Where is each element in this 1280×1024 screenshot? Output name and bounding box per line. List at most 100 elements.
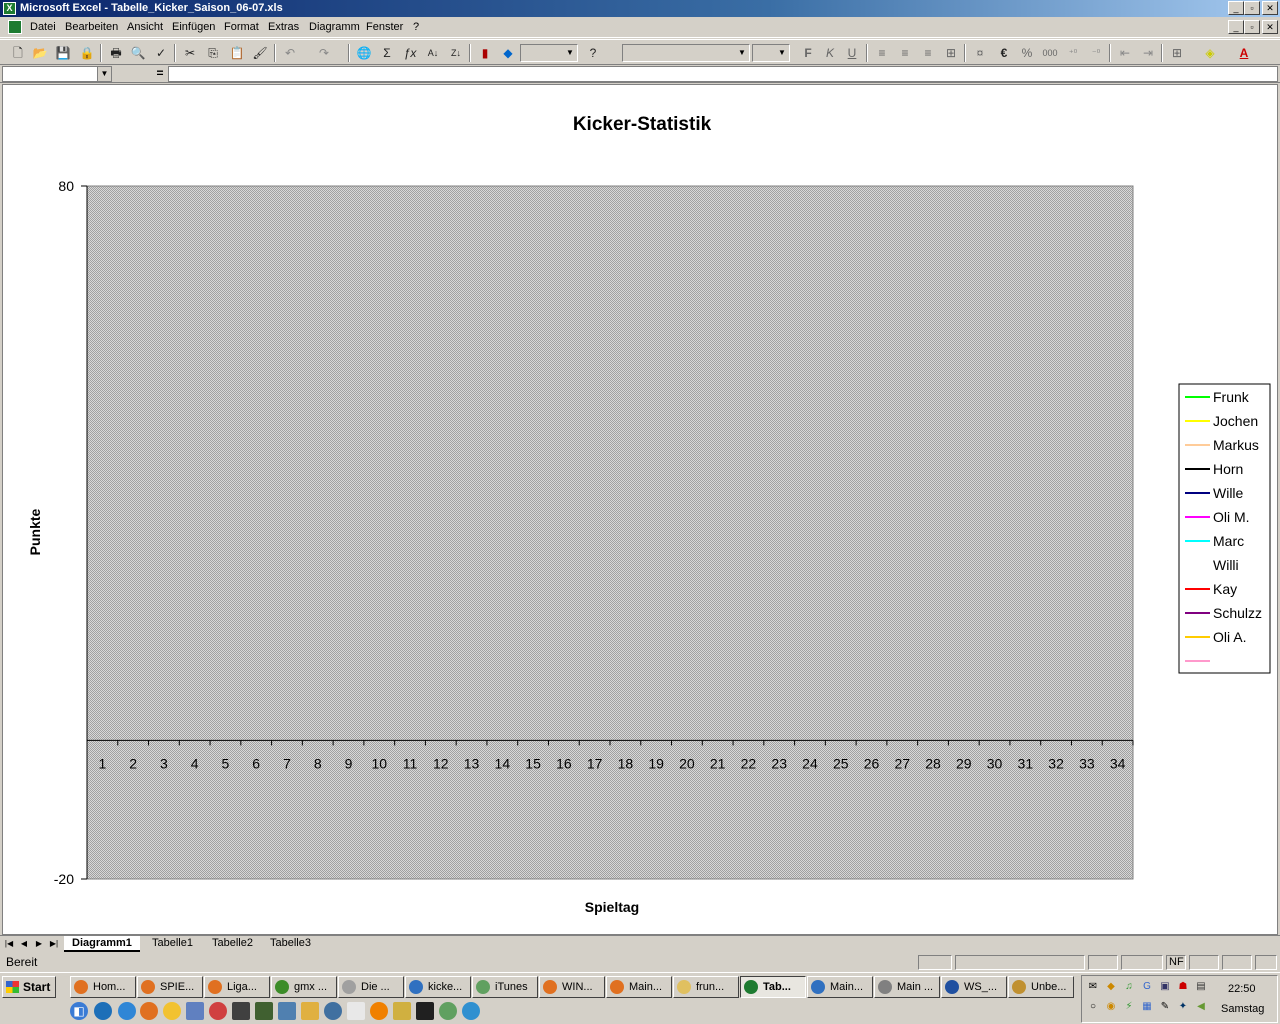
function-icon[interactable]: ƒx [400,44,420,62]
sort-asc-icon[interactable]: A↓ [423,44,443,62]
menu-item-help[interactable]: ? [413,20,419,34]
autosum-icon[interactable]: Σ [377,44,397,62]
menu-item-einfügen[interactable]: Einfügen [172,20,215,34]
font-size-combo[interactable]: ▼ [752,44,790,62]
clock[interactable]: 22:50 [1228,983,1256,995]
euro-button[interactable]: € [994,44,1014,62]
taskbar-button[interactable]: gmx ... [271,976,337,998]
format-painter-icon[interactable]: 🖌 [250,44,270,62]
sort-desc-icon[interactable]: Z↓ [446,44,466,62]
plot-area[interactable] [86,185,1134,880]
decrease-indent-icon[interactable]: ⇤ [1115,44,1135,62]
desktop-icon[interactable]: ◧ [70,1002,88,1020]
fill-color-icon[interactable]: ◈ [1200,44,1220,62]
taskbar-button[interactable]: WIN... [539,976,605,998]
bold-button[interactable]: F [798,44,818,62]
align-right-icon[interactable]: ≡ [918,44,938,62]
chevron-down-icon[interactable]: ▼ [97,67,111,81]
taskbar-button[interactable]: Unbe... [1008,976,1074,998]
tray-icon[interactable]: ○ [1086,1000,1100,1014]
increase-decimal-icon[interactable]: ⁺⁰ [1063,44,1083,62]
font-name-combo[interactable]: ▼ [622,44,750,62]
taskbar-button[interactable]: Hom... [70,976,136,998]
copy-icon[interactable]: ⎘ [203,44,223,62]
decrease-decimal-icon[interactable]: ⁻⁰ [1086,44,1106,62]
open-icon[interactable]: 📂 [30,44,50,62]
font-color-button[interactable]: A [1234,44,1254,62]
chevron-down-icon[interactable]: ▼ [563,45,577,61]
prev-sheet-button[interactable]: ◀ [17,937,31,951]
sheet-tab-tabelle2[interactable]: Tabelle2 [204,936,261,952]
tool-icon[interactable] [209,1002,227,1020]
thousands-button[interactable]: 000 [1040,44,1060,62]
merge-center-icon[interactable]: ⊞ [941,44,961,62]
print-icon[interactable]: 🖶 [106,44,126,62]
chevron-down-icon[interactable]: ▼ [775,45,789,61]
taskbar-button[interactable]: WS_... [941,976,1007,998]
tray-icon[interactable]: ◆ [1104,980,1118,994]
taskbar-button[interactable]: Die ... [338,976,404,998]
itunes-icon[interactable] [439,1002,457,1020]
percent-button[interactable]: % [1017,44,1037,62]
currency-icon[interactable]: ¤ [970,44,990,62]
tray-icon[interactable]: ✦ [1176,1000,1190,1014]
align-left-icon[interactable]: ≡ [872,44,892,62]
menu-item-ansicht[interactable]: Ansicht [127,20,163,34]
menu-item-format[interactable]: Format [224,20,259,34]
tray-icon[interactable]: ▤ [1194,980,1208,994]
app-icon[interactable] [232,1002,250,1020]
mail-tray-icon[interactable]: ✉ [1086,980,1100,994]
doc-minimize-button[interactable]: _ [1228,20,1244,34]
permission-icon[interactable]: 🔒 [77,44,97,62]
browser-icon[interactable] [370,1002,388,1020]
zoom-combo[interactable]: ▼ [520,44,578,62]
tray-icon[interactable]: ⚡ [1122,1000,1136,1014]
excel-app-icon[interactable]: X [3,2,16,15]
save-icon[interactable]: 💾 [53,44,73,62]
taskbar-button[interactable]: kicke... [405,976,471,998]
sheet-tab-tabelle3[interactable]: Tabelle3 [262,936,319,952]
tray-icon[interactable]: ☗ [1176,980,1190,994]
messenger-icon[interactable] [462,1002,480,1020]
drawing-icon[interactable]: ◆ [498,44,518,62]
tray-icon[interactable]: ◉ [1104,1000,1118,1014]
chevron-down-icon[interactable]: ▼ [735,45,749,61]
taskbar-button[interactable]: SPIE... [137,976,203,998]
next-sheet-button[interactable]: ▶ [32,937,46,951]
redo-icon[interactable]: ↷ [314,44,334,62]
undo-icon[interactable]: ↶ [280,44,300,62]
workbook-icon[interactable] [8,20,22,34]
tray-icon[interactable]: ♫ [1122,980,1136,994]
close-button[interactable]: ✕ [1262,1,1278,15]
doc-restore-button[interactable]: ▫ [1244,20,1260,34]
taskbar-button[interactable]: Main ... [874,976,940,998]
taskbar-button[interactable]: Main... [807,976,873,998]
menu-item-extras[interactable]: Extras [268,20,299,34]
maximize-button[interactable]: ▫ [1244,1,1260,15]
menu-item-datei[interactable]: Datei [30,20,56,34]
underline-button[interactable]: U [842,44,862,62]
menu-item-diagramm[interactable]: Diagramm [309,20,360,34]
disc-icon[interactable] [393,1002,411,1020]
sheet-tab-tabelle1[interactable]: Tabelle1 [144,936,201,952]
pencil-icon[interactable] [301,1002,319,1020]
cut-icon[interactable]: ✂ [180,44,200,62]
taskbar-button[interactable]: frun... [673,976,739,998]
sheet-tab-diagramm1[interactable]: Diagramm1 [64,936,140,952]
chart-sheet[interactable]: Kicker-Statistik 80 -20 Punkte 1 2 3 4 5 6 7 8 9 10 11… [2,84,1278,935]
doc-close-button[interactable]: ✕ [1262,20,1278,34]
first-sheet-button[interactable]: |◀ [2,937,16,951]
italic-button[interactable]: K [820,44,840,62]
minimize-button[interactable]: _ [1228,1,1244,15]
new-icon[interactable]: 🗋 [8,44,28,62]
help-icon[interactable]: ? [583,44,603,62]
search-icon[interactable] [324,1002,342,1020]
spelling-icon[interactable]: ✓ [151,44,171,62]
archive-icon[interactable] [255,1002,273,1020]
menu-item-fenster[interactable]: Fenster [366,20,403,34]
paste-icon[interactable]: 📋 [227,44,247,62]
media-player-icon[interactable] [163,1002,181,1020]
taskbar-button[interactable]: Main... [606,976,672,998]
last-sheet-button[interactable]: ▶| [47,937,61,951]
formula-input[interactable] [168,66,1278,82]
